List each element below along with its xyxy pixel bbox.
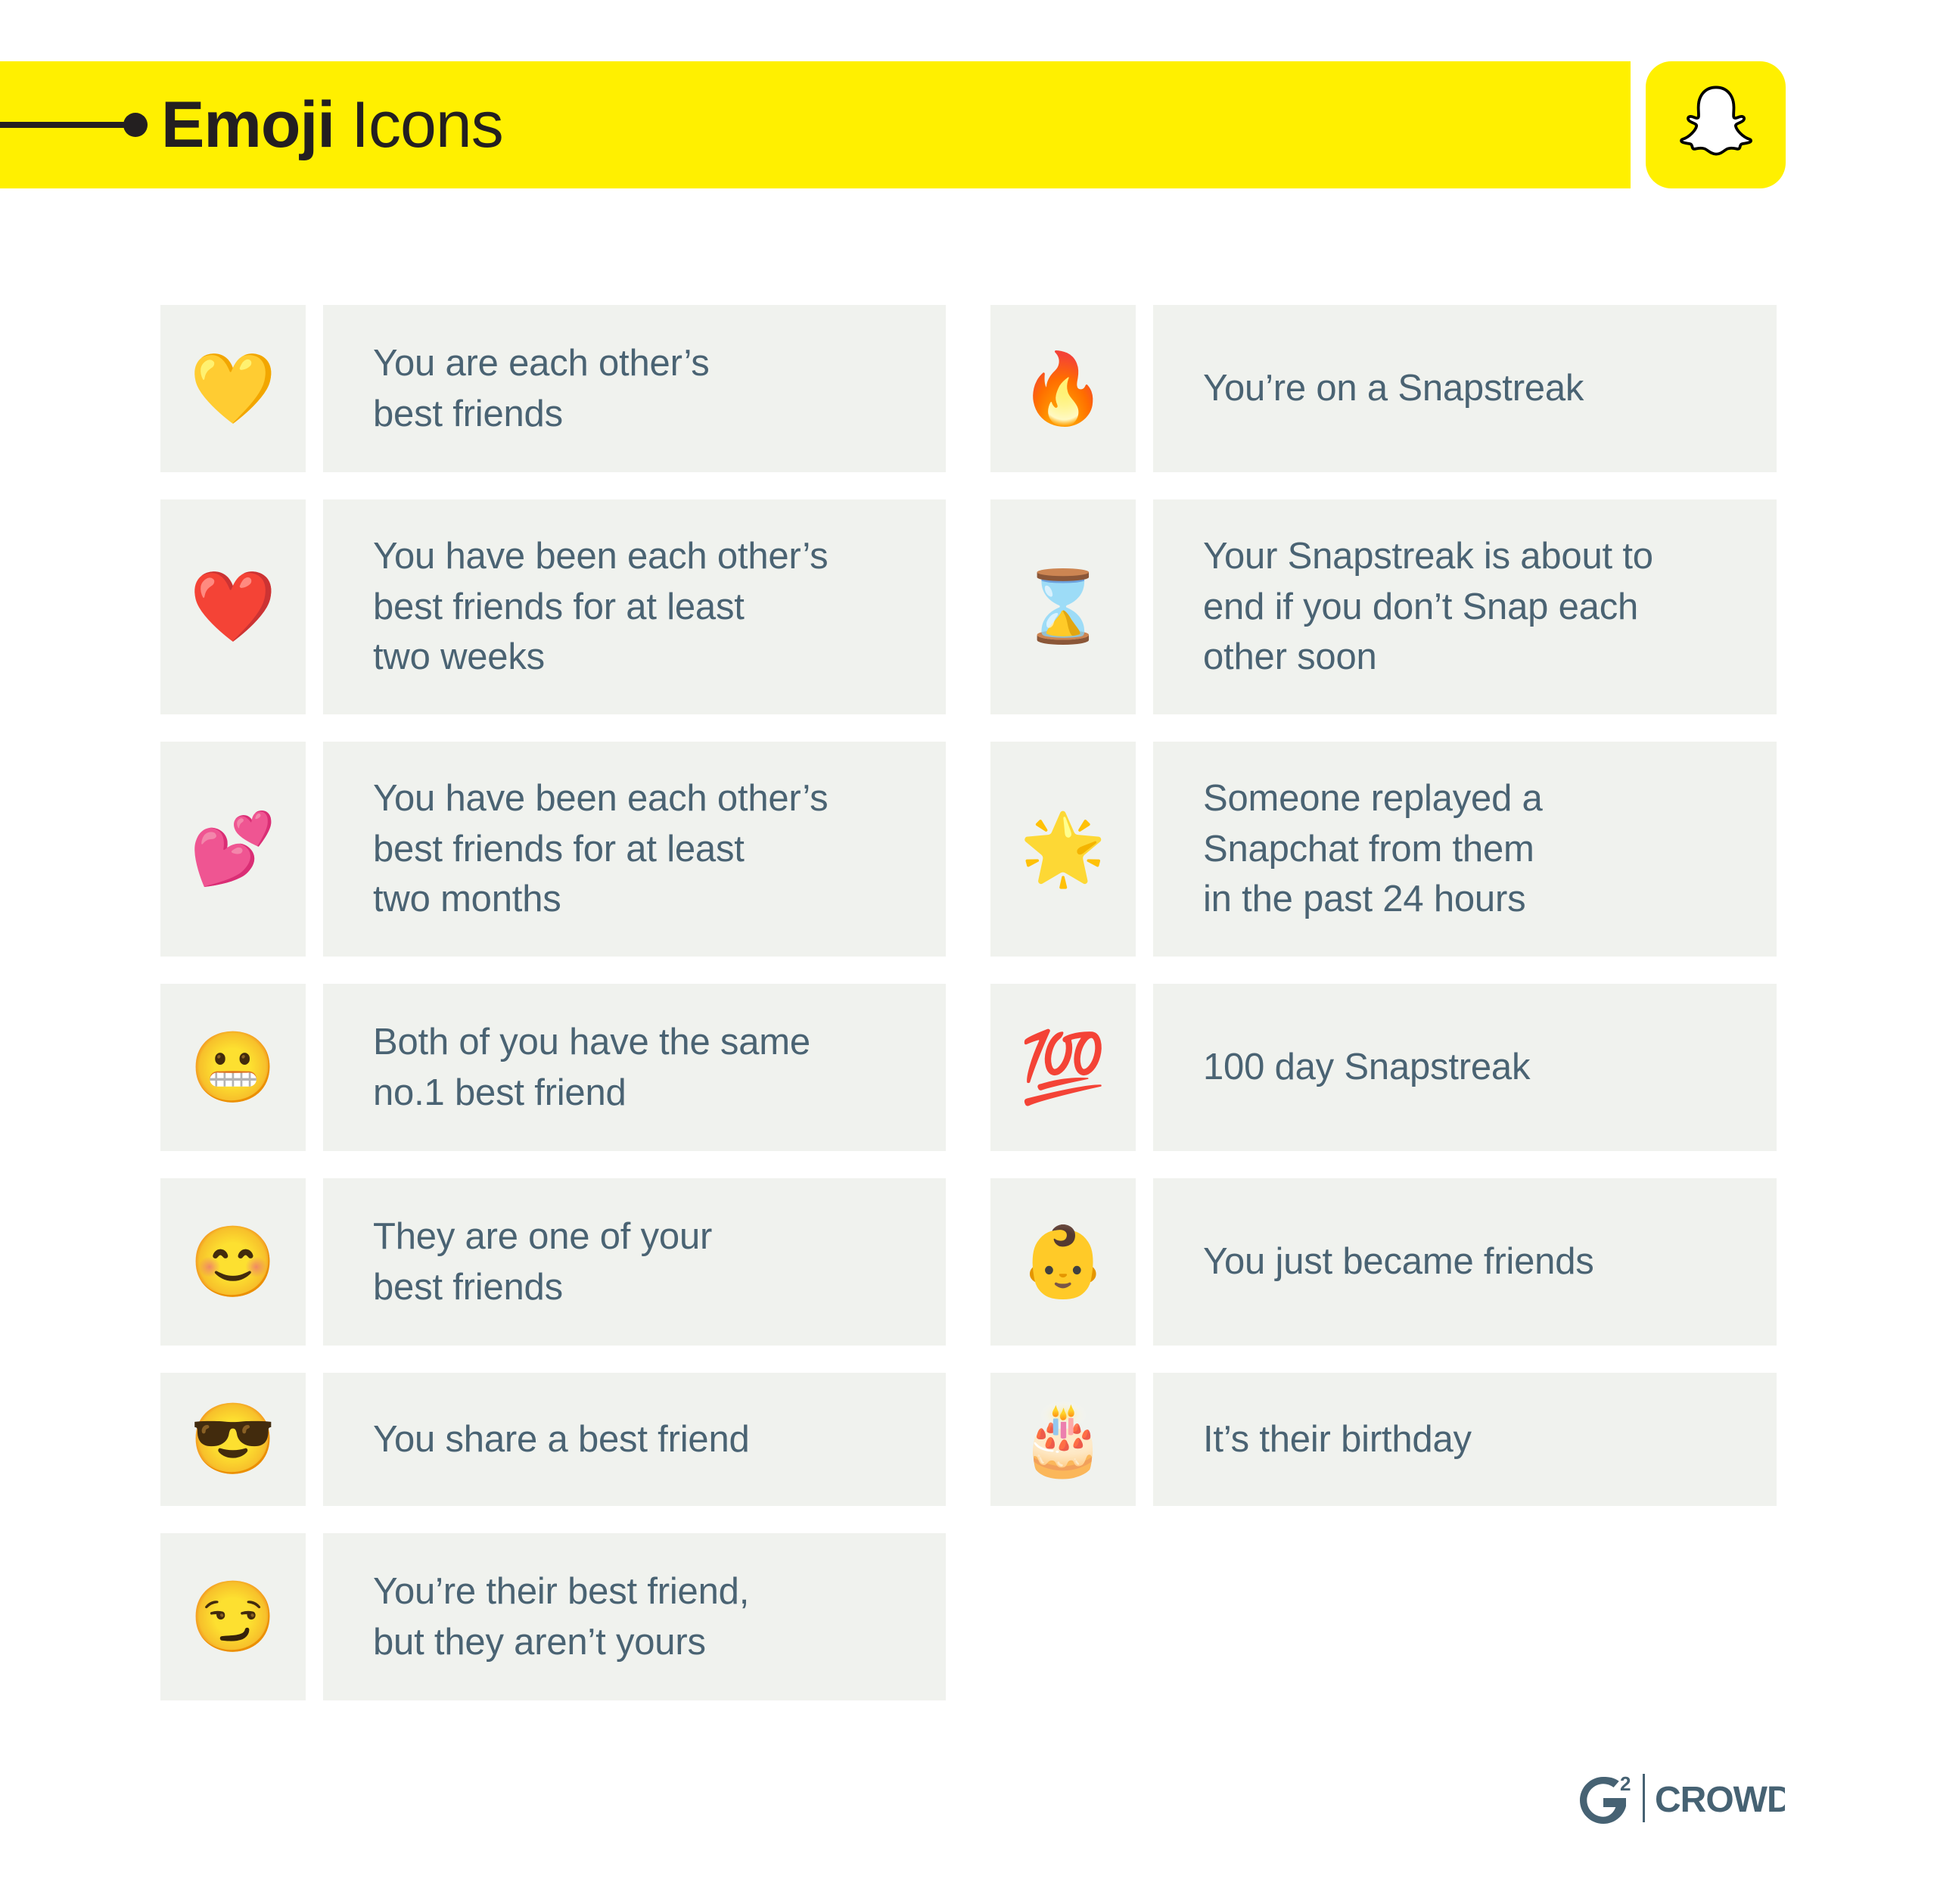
- hundred-points-emoji: 💯: [990, 984, 1136, 1151]
- emoji-description-label: Someone replayed a Snapchat from them in…: [1203, 778, 1543, 920]
- emoji-description-label: You have been each other’s best friends …: [373, 778, 829, 920]
- red-heart-emoji: ❤️: [160, 499, 306, 714]
- page-title: Emoji Icons: [161, 61, 504, 188]
- emoji-description-label: They are one of your best friends: [373, 1215, 713, 1308]
- emoji-description-tile: Your Snapstreak is about to end if you d…: [1153, 499, 1777, 714]
- page-header: Emoji Icons: [0, 61, 1937, 188]
- emoji-row: 💛 You are each other’s best friends: [160, 305, 946, 472]
- birthday-cake-emoji: 🎂: [990, 1373, 1136, 1506]
- smiling-face-sunglasses-emoji: 😎: [160, 1373, 306, 1506]
- emoji-row: 😏 You’re their best friend, but they aren…: [160, 1533, 946, 1700]
- emoji-description-label: Both of you have the same no.1 best frie…: [373, 1021, 810, 1113]
- svg-text:CROWD: CROWD: [1655, 1780, 1785, 1820]
- emoji-description-tile: You share a best friend: [323, 1373, 946, 1506]
- snapchat-ghost-icon: [1671, 80, 1761, 170]
- emoji-description-tile: You are each other’s best friends: [323, 305, 946, 472]
- emoji-description-tile: They are one of your best friends: [323, 1178, 946, 1346]
- svg-text:2: 2: [1620, 1772, 1631, 1795]
- g2-crowd-logo: 2 CROWD: [1573, 1772, 1785, 1833]
- emoji-row: 💯 100 day Snapstreak: [990, 984, 1777, 1151]
- two-pink-hearts-emoji: 💕: [160, 742, 306, 957]
- emoji-row: 🎂 It’s their birthday: [990, 1373, 1777, 1506]
- page-title-light: Icons: [351, 89, 504, 161]
- snapchat-logo-tile: [1646, 61, 1786, 188]
- smiling-face-smiling-eyes-emoji: 😊: [160, 1178, 306, 1346]
- emoji-description-label: You share a best friend: [373, 1418, 750, 1460]
- emoji-row: 😊 They are one of your best friends: [160, 1178, 946, 1346]
- emoji-description-tile: Both of you have the same no.1 best frie…: [323, 984, 946, 1151]
- baby-emoji: 👶: [990, 1178, 1136, 1346]
- grimacing-face-emoji: 😬: [160, 984, 306, 1151]
- emoji-description-tile: You have been each other’s best friends …: [323, 742, 946, 957]
- smirking-face-emoji: 😏: [160, 1533, 306, 1700]
- emoji-description-label: You just became friends: [1203, 1241, 1594, 1283]
- hourglass-emoji: ⌛: [990, 499, 1136, 714]
- emoji-row: ⌛ Your Snapstreak is about to end if you …: [990, 499, 1777, 714]
- emoji-description-label: You’re on a Snapstreak: [1203, 368, 1584, 409]
- emoji-description-label: You have been each other’s best friends …: [373, 536, 829, 678]
- emoji-description-label: You are each other’s best friends: [373, 342, 710, 434]
- emoji-row: 😎 You share a best friend: [160, 1373, 946, 1506]
- emoji-description-label: It’s their birthday: [1203, 1418, 1472, 1460]
- header-bullet-dot: [123, 113, 148, 137]
- emoji-description-tile: You have been each other’s best friends …: [323, 499, 946, 714]
- emoji-description-tile: 100 day Snapstreak: [1153, 984, 1777, 1151]
- emoji-description-tile: You’re on a Snapstreak: [1153, 305, 1777, 472]
- emoji-description-tile: You just became friends: [1153, 1178, 1777, 1346]
- emoji-description-label: 100 day Snapstreak: [1203, 1047, 1531, 1088]
- fire-emoji: 🔥: [990, 305, 1136, 472]
- emoji-row: 😬 Both of you have the same no.1 best fri…: [160, 984, 946, 1151]
- header-rule-line: [0, 122, 131, 128]
- emoji-row: 👶 You just became friends: [990, 1178, 1777, 1346]
- emoji-description-tile: You’re their best friend, but they aren’…: [323, 1533, 946, 1700]
- emoji-description-tile: It’s their birthday: [1153, 1373, 1777, 1506]
- page-title-bold: Emoji: [161, 89, 335, 161]
- emoji-description-label: Your Snapstreak is about to end if you d…: [1203, 536, 1653, 678]
- emoji-column-left: 💛 You are each other’s best friends ❤️ You …: [160, 305, 946, 1728]
- emoji-row: 🌟 Someone replayed a Snapchat from them i…: [990, 742, 1777, 957]
- emoji-row: ❤️ You have been each other’s best friend…: [160, 499, 946, 714]
- yellow-heart-emoji: 💛: [160, 305, 306, 472]
- emoji-description-tile: Someone replayed a Snapchat from them in…: [1153, 742, 1777, 957]
- emoji-description-label: You’re their best friend, but they aren’…: [373, 1570, 750, 1663]
- emoji-column-right: 🔥 You’re on a Snapstreak ⌛ Your Snapstreak …: [990, 305, 1777, 1533]
- emoji-row: 💕 You have been each other’s best friends…: [160, 742, 946, 957]
- emoji-row: 🔥 You’re on a Snapstreak: [990, 305, 1777, 472]
- glowing-star-emoji: 🌟: [990, 742, 1136, 957]
